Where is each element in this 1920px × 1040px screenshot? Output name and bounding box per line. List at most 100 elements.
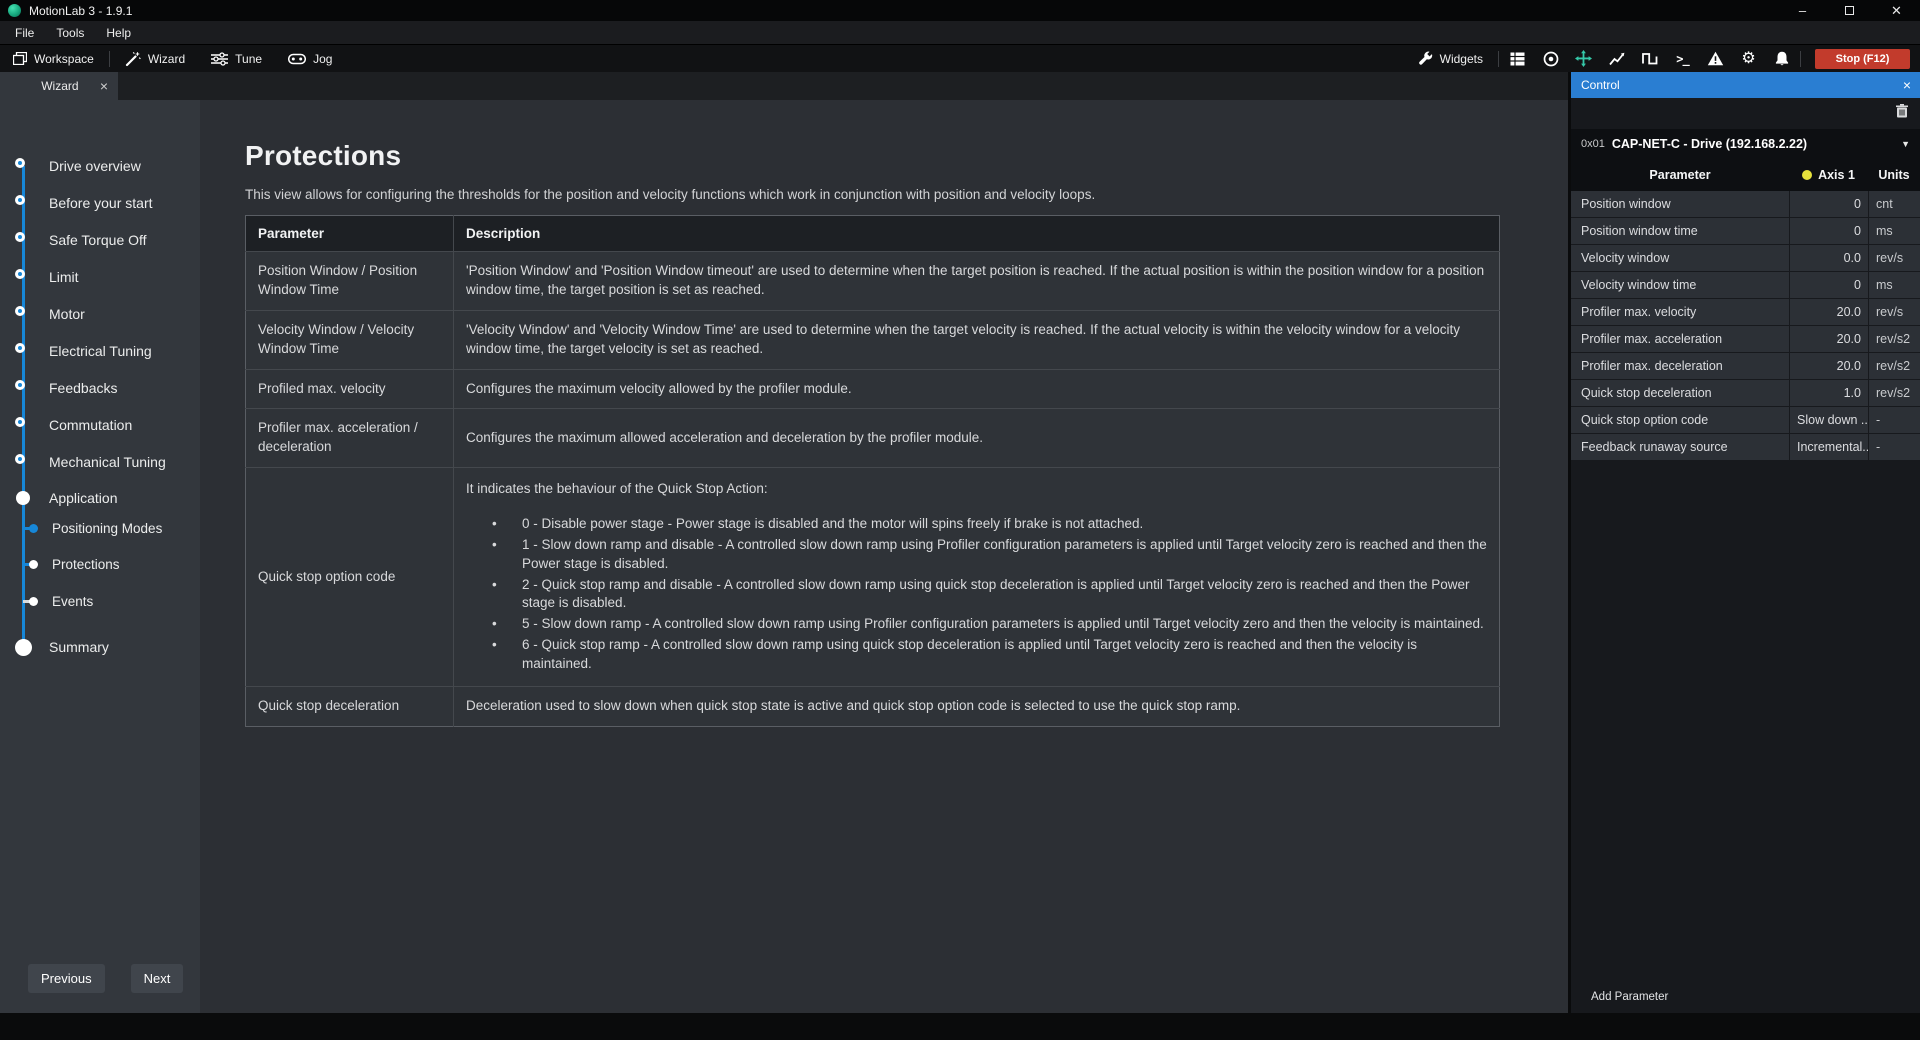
sidebar-item-application[interactable]: Application — [0, 485, 200, 511]
drive-id: 0x01 — [1581, 138, 1605, 150]
control-panel-title: Control — [1581, 78, 1903, 92]
parameter-cell: Profiler max. acceleration / deceleratio… — [246, 409, 454, 468]
description-cell: 'Velocity Window' and 'Velocity Window T… — [454, 310, 1500, 369]
quick-stop-option: 1 - Slow down ramp and disable - A contr… — [492, 536, 1487, 572]
left-stack: Wizard × Previous Next Drive overview Bef… — [0, 72, 1568, 1013]
step-label: Drive overview — [49, 158, 141, 174]
step-dot-active — [29, 560, 38, 569]
table-row: Profiler max. acceleration / deceleratio… — [246, 409, 1500, 468]
widgets-button[interactable]: Widgets — [1405, 45, 1496, 72]
parameter-name: Position window time — [1571, 218, 1789, 244]
sidebar-item-electrical-tuning[interactable]: Electrical Tuning — [0, 338, 200, 364]
sidebar-item-commutation[interactable]: Commutation — [0, 412, 200, 438]
parameter-row: Velocity window0.0rev/s — [1571, 245, 1920, 271]
step-label: Summary — [49, 639, 109, 655]
parameter-value[interactable]: 1.0 — [1789, 380, 1868, 406]
motion-move-button[interactable] — [1567, 45, 1600, 72]
parameter-value[interactable]: 0.0 — [1789, 245, 1868, 271]
parameter-units: ms — [1868, 218, 1920, 244]
signal-wave-button[interactable] — [1633, 45, 1666, 72]
stop-button[interactable]: Stop (F12) — [1815, 49, 1910, 69]
parameter-value[interactable]: 0 — [1789, 191, 1868, 217]
tab-wizard-label: Wizard — [20, 79, 100, 93]
sidebar-item-feedbacks[interactable]: Feedbacks — [0, 375, 200, 401]
page-title: Protections — [245, 140, 1500, 172]
previous-button[interactable]: Previous — [28, 964, 105, 993]
quick-stop-option: 6 - Quick stop ramp - A controlled slow … — [492, 636, 1487, 672]
monitor-button[interactable] — [1534, 45, 1567, 72]
workspace-button[interactable]: Workspace — [0, 45, 107, 72]
parameter-units: rev/s2 — [1868, 353, 1920, 379]
sidebar-item-drive-overview[interactable]: Drive overview — [0, 153, 200, 179]
settings-button[interactable]: ⚙ — [1732, 45, 1765, 72]
sidebar-item-events[interactable]: Events — [0, 588, 200, 614]
sidebar-item-positioning-modes[interactable]: Positioning Modes — [0, 515, 200, 541]
tune-button[interactable]: Tune — [198, 45, 275, 72]
parameter-value[interactable]: 20.0 — [1789, 326, 1868, 352]
sidebar-item-summary[interactable]: Summary — [0, 634, 200, 660]
parameter-name: Velocity window time — [1571, 272, 1789, 298]
menu-item-help[interactable]: Help — [95, 21, 142, 45]
tab-wizard[interactable]: Wizard × — [0, 72, 118, 100]
parameter-units: - — [1868, 407, 1920, 433]
maximize-button[interactable] — [1826, 0, 1873, 21]
parameter-row: Position window time0ms — [1571, 218, 1920, 244]
parameter-units: rev/s2 — [1868, 326, 1920, 352]
parameter-value[interactable]: 0 — [1789, 272, 1868, 298]
menu-item-file[interactable]: File — [4, 21, 45, 45]
add-parameter-button[interactable]: Add Parameter — [1591, 991, 1668, 1003]
sidebar-item-safe-torque-off[interactable]: Safe Torque Off — [0, 227, 200, 253]
parameter-row: Profiler max. velocity20.0rev/s — [1571, 299, 1920, 325]
window-title: MotionLab 3 - 1.9.1 — [29, 4, 132, 18]
registers-table-button[interactable] — [1501, 45, 1534, 72]
wizard-button[interactable]: Wizard — [112, 45, 198, 72]
parameter-value[interactable]: Incremental... — [1789, 434, 1868, 460]
sidebar-item-limit[interactable]: Limit — [0, 264, 200, 290]
description-cell: Configures the maximum velocity allowed … — [454, 369, 1500, 409]
column-header-description: Description — [454, 216, 1500, 252]
scope-chart-button[interactable] — [1600, 45, 1633, 72]
parameter-value[interactable]: 0 — [1789, 218, 1868, 244]
notifications-button[interactable] — [1765, 45, 1798, 72]
parameter-row: Velocity window time0ms — [1571, 272, 1920, 298]
parameter-value[interactable]: 20.0 — [1789, 299, 1868, 325]
step-label: Protections — [52, 557, 120, 572]
step-dot-done — [15, 380, 25, 390]
jog-button[interactable]: Jog — [275, 45, 345, 72]
control-panel: Control × 0x01 CAP-NET-C - Drive (192.16… — [1568, 72, 1920, 1013]
step-dot-pending — [15, 639, 32, 656]
parameter-value[interactable]: 20.0 — [1789, 353, 1868, 379]
parameter-name: Feedback runaway source — [1571, 434, 1789, 460]
sidebar-item-protections[interactable]: Protections — [0, 551, 200, 577]
close-button[interactable]: ✕ — [1873, 0, 1920, 21]
quick-stop-option: 0 - Disable power stage - Power stage is… — [492, 515, 1487, 533]
scope-chart-icon — [1609, 52, 1625, 66]
sliders-icon — [211, 52, 228, 66]
wizard-label: Wizard — [148, 52, 185, 66]
content-row: Previous Next Drive overview Before your … — [0, 100, 1568, 1013]
wizard-footer-buttons: Previous Next — [28, 964, 183, 993]
console-button[interactable]: >_ — [1666, 45, 1699, 72]
minimize-button[interactable]: – — [1779, 0, 1826, 21]
wand-icon — [125, 51, 141, 67]
chevron-down-icon: ▼ — [1901, 139, 1910, 149]
tab-close-icon[interactable]: × — [100, 79, 108, 93]
quick-stop-option: 5 - Slow down ramp - A controlled slow d… — [492, 615, 1487, 633]
protections-table: Parameter Description Position Window / … — [245, 215, 1500, 727]
next-button[interactable]: Next — [131, 964, 184, 993]
parameter-name: Profiler max. acceleration — [1571, 326, 1789, 352]
sidebar-item-mechanical-tuning[interactable]: Mechanical Tuning — [0, 449, 200, 475]
drive-selector[interactable]: 0x01 CAP-NET-C - Drive (192.168.2.22) ▼ — [1571, 129, 1920, 159]
trash-icon — [1896, 104, 1908, 118]
sidebar-item-before-your-start[interactable]: Before your start — [0, 190, 200, 216]
warning-icon — [1707, 51, 1724, 66]
warning-button[interactable] — [1699, 45, 1732, 72]
control-panel-close-icon[interactable]: × — [1903, 78, 1911, 92]
app-logo-icon — [8, 4, 21, 17]
trash-button[interactable] — [1896, 104, 1908, 123]
quick-stop-option: 2 - Quick stop ramp and disable - A cont… — [492, 576, 1487, 612]
parameter-name: Velocity window — [1571, 245, 1789, 271]
sidebar-item-motor[interactable]: Motor — [0, 301, 200, 327]
parameter-value[interactable]: Slow down ... — [1789, 407, 1868, 433]
menu-item-tools[interactable]: Tools — [45, 21, 95, 45]
